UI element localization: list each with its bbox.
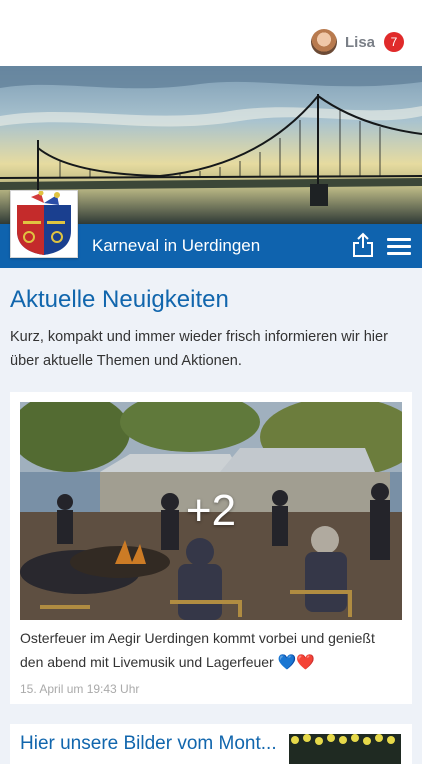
club-crest-logo — [10, 190, 78, 258]
post-caption-text: Osterfeuer im Aegir Uerdingen kommt vorb… — [20, 630, 375, 670]
post-caption: Osterfeuer im Aegir Uerdingen kommt vorb… — [20, 626, 402, 675]
top-bar: Lisa 7 — [0, 0, 422, 66]
page-title: Karneval in Uerdingen — [92, 236, 261, 255]
post-thumbnail[interactable] — [289, 734, 401, 764]
section-intro: Kurz, kompakt und immer wieder frisch in… — [10, 329, 388, 369]
more-photos-count[interactable]: +2 — [20, 402, 402, 620]
section-heading: Aktuelle Neuigkeiten — [10, 286, 229, 313]
news-card[interactable]: Hier unsere Bilder vom Mont... — [10, 724, 412, 764]
news-card[interactable]: +2 Osterfeuer im Aegir Uerdingen kommt v… — [10, 392, 412, 704]
share-icon[interactable] — [352, 232, 374, 258]
user-profile[interactable]: Lisa 7 — [310, 29, 404, 55]
user-name[interactable]: Lisa — [345, 34, 375, 51]
avatar[interactable] — [310, 29, 337, 55]
post-title[interactable]: Hier unsere Bilder vom Mont... — [20, 733, 277, 755]
notification-badge[interactable]: 7 — [384, 32, 404, 52]
post-timestamp: 15. April um 19:43 Uhr — [20, 682, 140, 696]
hamburger-menu-icon[interactable] — [387, 238, 411, 256]
post-photo[interactable]: +2 — [20, 402, 402, 620]
post-emoji: 💙❤️ — [277, 654, 315, 671]
